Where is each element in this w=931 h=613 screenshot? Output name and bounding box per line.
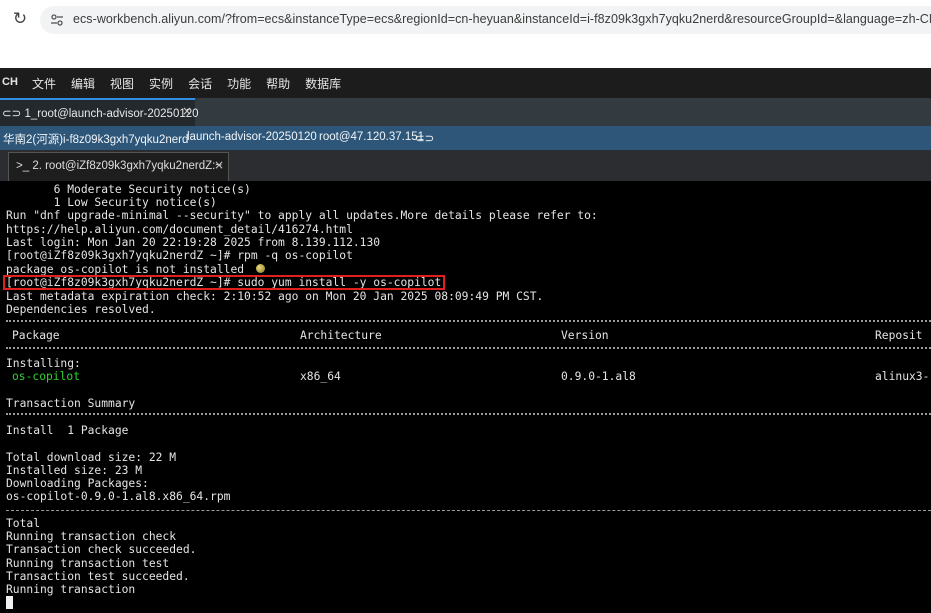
installing-label: Installing: [6,357,81,370]
menu-bar: CH 文件 编辑 视图 实例 会话 功能 帮助 数据库 [0,68,931,98]
session-tab-close-icon[interactable]: × [182,104,192,118]
terminal-line: Transaction test succeeded. [6,570,190,583]
terminal-line: Running transaction test [6,557,170,570]
terminal-line: 6 Moderate Security notice(s) [6,183,251,196]
terminal-cursor [6,596,13,609]
download-separator [6,510,931,511]
column-header-version: Version [561,329,609,342]
package-version: 0.9.0-1.al8 [561,370,636,383]
menu-item-file[interactable]: 文件 [32,75,56,92]
site-settings-icon[interactable] [50,13,64,27]
terminal-tab-close-icon[interactable]: × [214,158,224,172]
terminal-icon: >_ [16,160,33,172]
terminal-line: https://help.aliyun.com/document_detail/… [6,223,353,236]
terminal-line: Transaction check succeeded. [6,543,197,556]
terminal-line: Install 1 Package [6,424,129,437]
terminal-line: Running transaction [6,583,136,596]
menu-item-instance[interactable]: 实例 [149,75,173,92]
session-tab[interactable]: ⊂⊃ 1_root@launch-advisor-20250120 × [0,98,199,126]
menu-item-database[interactable]: 数据库 [305,75,341,92]
menu-item-view[interactable]: 视图 [110,75,134,92]
session-tab-label: 1_root@launch-advisor-20250120 [24,108,199,120]
url-field[interactable]: ecs-workbench.aliyun.com/?from=ecs&insta… [40,6,931,34]
host-address: root@47.120.37.151 [319,131,425,143]
terminal-tab-bar: >_ 2. root@iZf8z09k3gxh7yqku2nerdZ:~ × [0,150,931,181]
terminal-line: os-copilot-0.9.0-1.al8.x86_64.rpm [6,490,231,503]
terminal-tab[interactable]: >_ 2. root@iZf8z09k3gxh7yqku2nerdZ:~ × [8,152,229,181]
connection-icon: ⊂⊃ [2,108,25,120]
column-header-repository: Reposit [875,329,923,342]
menu-item-help[interactable]: 帮助 [266,75,290,92]
terminal-tab-label: 2. root@iZf8z09k3gxh7yqku2nerdZ:~ [32,160,223,172]
connection-icon[interactable]: ⊂⊃ [415,131,434,145]
cursor-indicator-icon [256,264,265,273]
instance-info-bar: 华南2(河源)i-f8z09k3gxh7yqku2nerd launch-adv… [0,126,931,150]
terminal-line: Installed size: 23 M [6,464,143,477]
instance-name: launch-advisor-20250120 [187,131,317,143]
region-instance-id: 华南2(河源)i-f8z09k3gxh7yqku2nerd [3,134,189,146]
package-name: os-copilot [12,370,81,383]
column-header-architecture: Architecture [300,329,382,342]
menu-brand: CH [2,76,18,88]
terminal-line: Last metadata expiration check: 2:10:52 … [6,290,544,303]
terminal-line: Running transaction check [6,530,177,543]
table-separator [6,347,931,349]
table-separator [6,413,931,415]
terminal-line: 1 Low Security notice(s) [6,196,217,209]
menu-item-features[interactable]: 功能 [227,75,251,92]
terminal-line: Total download size: 22 M [6,451,177,464]
terminal-line: Downloading Packages: [6,477,149,490]
terminal-line: Dependencies resolved. [6,303,156,316]
terminal-line: Last login: Mon Jan 20 22:19:28 2025 fro… [6,236,381,249]
column-header-package: Package [12,329,60,342]
url-text: ecs-workbench.aliyun.com/?from=ecs&insta… [73,12,931,26]
menu-item-edit[interactable]: 编辑 [71,75,95,92]
highlight-box [3,275,445,290]
package-repository: alinux3- [875,370,930,383]
package-arch: x86_64 [300,370,341,383]
page-spacer [0,40,931,68]
session-tab-bar: ⊂⊃ 1_root@launch-advisor-20250120 × [0,98,931,126]
terminal-line: Run "dnf upgrade-minimal --security" to … [6,209,598,222]
terminal-line: Total [6,517,41,530]
menu-item-session[interactable]: 会话 [188,75,212,92]
browser-address-bar: ↻ ecs-workbench.aliyun.com/?from=ecs&ins… [0,0,931,40]
transaction-summary-title: Transaction Summary [6,397,136,410]
table-separator [6,320,931,322]
terminal-line: [root@iZf8z09k3gxh7yqku2nerdZ ~]# rpm -q… [6,249,353,262]
reload-icon[interactable]: ↻ [10,9,30,29]
terminal-output[interactable]: 6 Moderate Security notice(s) 1 Low Secu… [0,181,931,613]
